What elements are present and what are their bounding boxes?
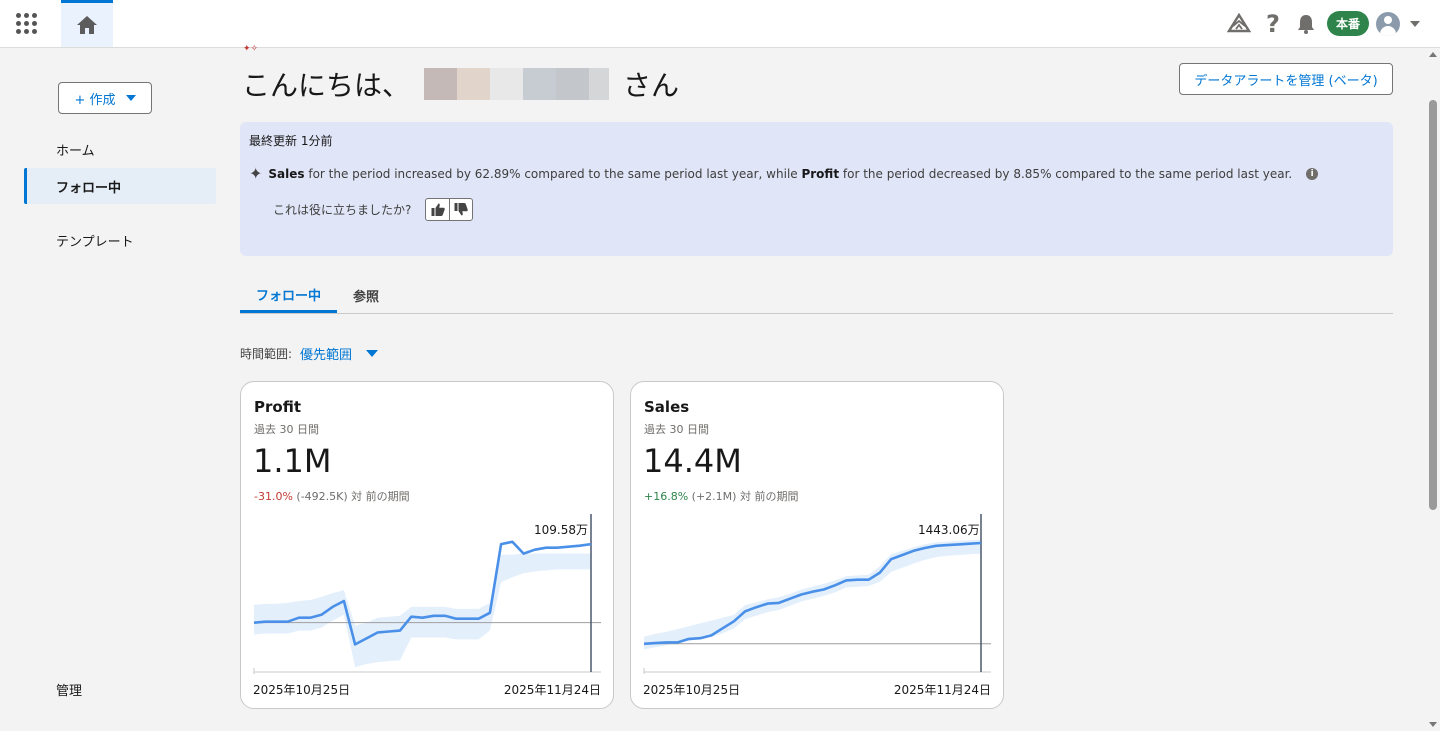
chevron-down-icon[interactable] [366,350,379,357]
info-icon[interactable]: i [1306,167,1319,180]
chevron-down-icon[interactable] [1410,21,1420,27]
forecast-band [644,539,981,650]
avatar-icon[interactable] [1376,12,1400,36]
x-axis-start: 2025年10月25日 [643,683,741,697]
redacted-username [424,68,610,100]
metric-name: Profit [254,398,301,416]
metric-period: 過去 30 日間 [254,423,319,436]
metric-change: -31.0% (-492.5K) 対 前の期間 [254,488,410,504]
time-range-label: 時間範囲: [240,347,293,361]
insight-panel: 最終更新 1分前 ✦ Sales for the period increase… [240,122,1393,256]
sparkle-icon: ✦ [249,164,263,183]
change-percent: +16.8% [644,490,689,503]
insight-text: Sales for the period increased by 62.89%… [268,167,1292,181]
forecast-band [254,553,591,668]
insight-message: ✦ Sales for the period increased by 62.8… [249,164,1319,183]
feedback-question: これは役に立ちましたか? [273,203,412,217]
metric-card-profit[interactable]: Profit 過去 30 日間 1.1M -31.0% (-492.5K) 対 … [240,381,614,709]
create-button[interactable]: + 作成 [58,82,152,114]
tab-following[interactable]: フォロー中 [240,278,338,313]
x-axis-end: 2025年11月24日 [893,683,991,697]
change-percent: -31.0% [254,490,293,503]
global-header: ? 本番 [0,0,1440,48]
time-range-select[interactable]: 優先範囲 [300,344,352,363]
tab-browse[interactable]: 参照 [337,278,395,313]
sidebar-item-home[interactable]: ホーム [24,131,216,167]
metric-name: Sales [644,398,690,416]
x-axis-end: 2025年11月24日 [503,683,601,697]
sparkline-chart [643,514,991,674]
greeting-prefix: こんにちは、 [242,69,411,102]
sidebar-item-following[interactable]: フォロー中 [24,168,216,204]
greeting-suffix: さん [623,69,680,102]
insight-metric-sales: Sales [268,166,305,181]
thumbs-up-icon[interactable] [426,199,449,220]
insight-metric-profit: Profit [801,166,840,181]
feedback-row: これは役に立ちましたか? [273,198,474,221]
page-scrollbar[interactable] [1426,48,1440,731]
tab-bar: フォロー中 参照 [240,278,1393,314]
thumbs-down-icon[interactable] [449,199,472,220]
time-range-filter: 時間範囲: 優先範囲 [240,344,379,363]
change-detail: (+2.1M) 対 前の期間 [688,490,799,503]
home-tab[interactable] [61,0,113,47]
chevron-down-icon [125,95,136,101]
last-updated: 最終更新 1分前 [249,134,333,148]
environment-badge[interactable]: 本番 [1327,11,1369,36]
home-icon [77,16,97,34]
feedback-buttons [425,198,474,221]
insight-text-2: for the period decreased by 8.85% compar… [839,166,1293,181]
sidebar-item-templates[interactable]: テンプレート [24,222,216,258]
metric-value: 1.1M [253,442,332,480]
metric-card-sales[interactable]: Sales 過去 30 日間 14.4M +16.8% (+2.1M) 対 前の… [630,381,1004,709]
waffle-icon[interactable] [16,13,38,35]
change-detail: (-492.5K) 対 前の期間 [292,490,410,503]
sparkline-chart [253,514,601,674]
scroll-up-icon[interactable] [1429,52,1437,57]
manage-data-alerts-button[interactable]: データアラートを管理 (ベータ) [1179,63,1393,95]
help-icon[interactable]: ? [1262,10,1284,38]
scroll-down-icon[interactable] [1429,722,1437,727]
bell-icon[interactable] [1294,12,1318,36]
sidebar-item-admin[interactable]: 管理 [24,671,216,707]
metric-change: +16.8% (+2.1M) 対 前の期間 [644,488,798,504]
page-title: こんにちは、 さん [242,64,679,104]
scroll-thumb[interactable] [1429,100,1437,510]
trailhead-icon[interactable] [1226,12,1252,36]
insight-text-1: for the period increased by 62.89% compa… [304,166,802,181]
create-label: + 作成 [74,92,116,108]
metric-period: 過去 30 日間 [644,423,709,436]
metric-value: 14.4M [643,442,742,480]
x-axis-start: 2025年10月25日 [253,683,351,697]
sparkle-icon: ✦✧ [243,44,259,54]
